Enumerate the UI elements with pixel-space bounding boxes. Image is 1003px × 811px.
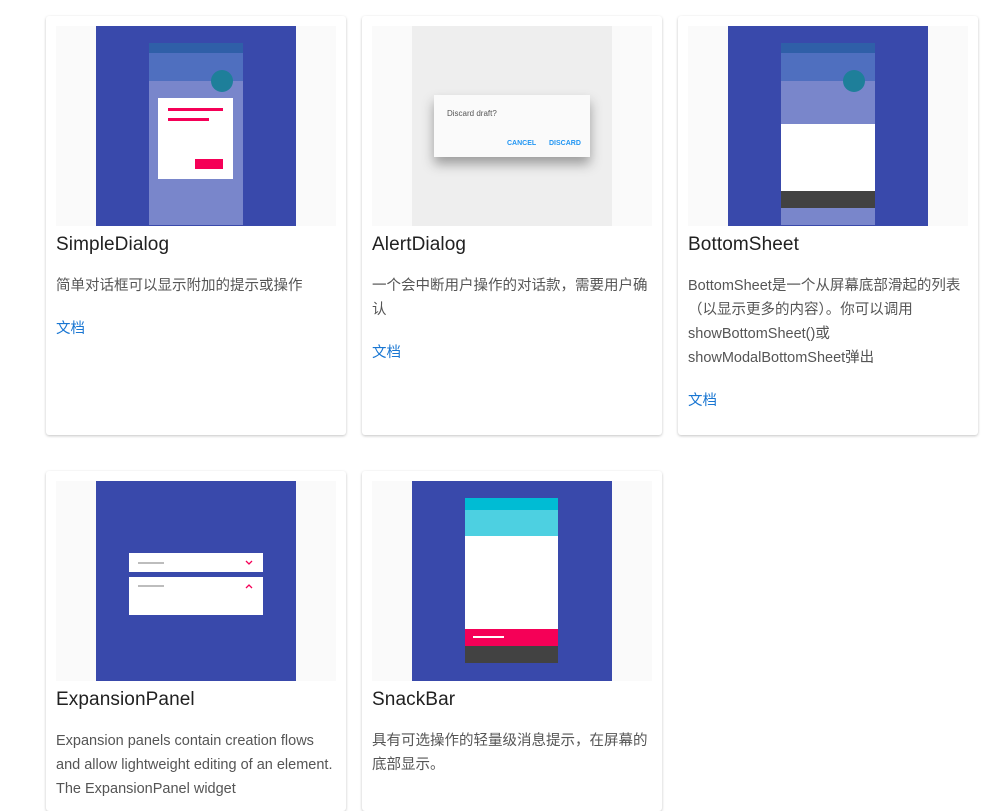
discard-text: DISCARD [549, 140, 581, 147]
expansionpanel-illustration [96, 481, 296, 681]
bottomsheet-illustration [728, 26, 928, 226]
card-description: BottomSheet是一个从屏幕底部滑起的列表（以显示更多的内容）。你可以调用… [688, 278, 961, 366]
alertdialog-preview: Discard draft? CANCEL DISCARD [372, 26, 652, 226]
bottomsheet-preview [688, 26, 968, 226]
simpledialog-illustration [96, 26, 296, 226]
card-bottomsheet[interactable]: BottomSheet BottomSheet是一个从屏幕底部滑起的列表（以显示… [678, 16, 978, 435]
cancel-text: CANCEL [507, 140, 537, 147]
alertdialog-illustration: Discard draft? CANCEL DISCARD [412, 26, 612, 226]
dialog-text: Discard draft? [447, 109, 497, 118]
card-title: BottomSheet [688, 234, 799, 255]
doc-link[interactable]: 文档 [688, 389, 717, 410]
card-title: AlertDialog [372, 234, 467, 255]
card-expansionpanel[interactable]: ExpansionPanel Expansion panels contain … [46, 471, 346, 811]
card-snackbar[interactable]: SnackBar 具有可选操作的轻量级消息提示，在屏幕的底部显示。 [362, 471, 662, 811]
card-description: 具有可选操作的轻量级消息提示，在屏幕的底部显示。 [372, 733, 648, 773]
card-alertdialog[interactable]: Discard draft? CANCEL DISCARD AlertDialo… [362, 16, 662, 435]
snackbar-preview [372, 481, 652, 681]
card-simpledialog[interactable]: SimpleDialog 简单对话框可以显示附加的提示或操作 文档 [46, 16, 346, 435]
card-description: 简单对话框可以显示附加的提示或操作 [56, 278, 303, 294]
expansionpanel-preview [56, 481, 336, 681]
card-title: ExpansionPanel [56, 689, 195, 710]
simpledialog-preview [56, 26, 336, 226]
card-description: 一个会中断用户操作的对话款，需要用户确认 [372, 278, 648, 318]
card-description: Expansion panels contain creation flows … [56, 733, 333, 797]
card-title: SnackBar [372, 689, 456, 710]
doc-link[interactable]: 文档 [372, 341, 401, 362]
doc-link[interactable]: 文档 [56, 317, 85, 338]
card-title: SimpleDialog [56, 234, 170, 255]
snackbar-illustration [412, 481, 612, 681]
